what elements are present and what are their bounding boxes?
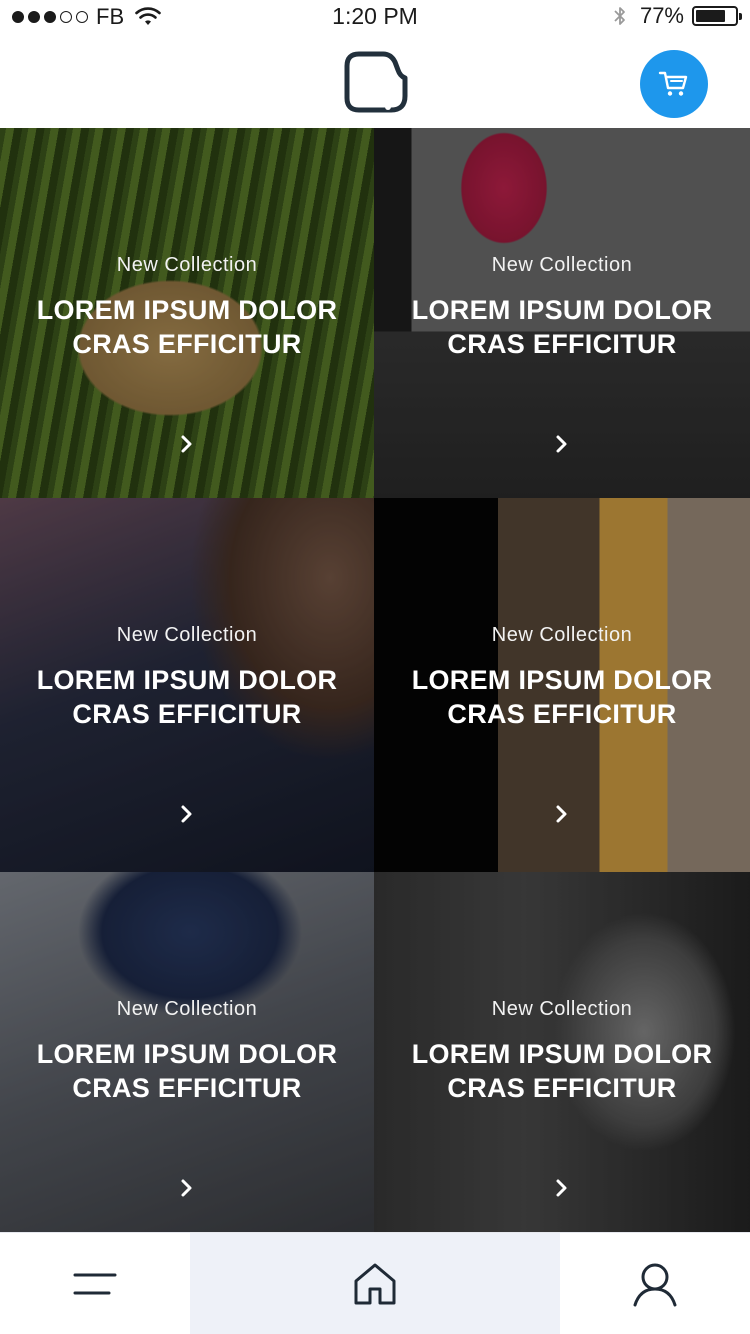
collection-title-line: CRAS EFFICITUR — [447, 699, 677, 729]
tile-content: New Collection LOREM IPSUM DOLOR CRAS EF… — [374, 624, 750, 731]
nav-item-home[interactable] — [190, 1233, 560, 1334]
collection-title-line: CRAS EFFICITUR — [72, 1073, 302, 1103]
collection-title-line: LOREM IPSUM DOLOR — [411, 295, 713, 325]
chevron-right-icon[interactable] — [554, 434, 570, 454]
nav-item-profile[interactable] — [560, 1233, 750, 1334]
collection-title-line: LOREM IPSUM DOLOR — [411, 665, 713, 695]
user-icon — [633, 1263, 677, 1306]
collection-title-line: CRAS EFFICITUR — [72, 699, 302, 729]
collection-tile[interactable]: New Collection LOREM IPSUM DOLOR CRAS EF… — [374, 498, 750, 872]
collection-tile[interactable]: New Collection LOREM IPSUM DOLOR CRAS EF… — [0, 872, 374, 1232]
status-bar: FB 1:20 PM 77% — [0, 0, 750, 34]
collection-title: LOREM IPSUM DOLOR CRAS EFFICITUR — [0, 293, 374, 361]
collection-grid: New Collection LOREM IPSUM DOLOR CRAS EF… — [0, 128, 750, 1232]
battery-level — [696, 10, 726, 22]
collection-eyebrow: New Collection — [491, 254, 633, 276]
collection-eyebrow: New Collection — [116, 624, 258, 646]
collection-tile[interactable]: New Collection LOREM IPSUM DOLOR CRAS EF… — [374, 872, 750, 1232]
menu-icon — [73, 1273, 117, 1294]
tile-content: New Collection LOREM IPSUM DOLOR CRAS EF… — [0, 624, 374, 731]
collection-tile[interactable]: New Collection LOREM IPSUM DOLOR CRAS EF… — [374, 128, 750, 498]
collection-title-line: LOREM IPSUM DOLOR — [36, 295, 338, 325]
tile-content: New Collection LOREM IPSUM DOLOR CRAS EF… — [0, 254, 374, 361]
rounded-square-logo-icon[interactable] — [343, 50, 409, 114]
cart-button[interactable] — [640, 50, 708, 118]
collection-title: LOREM IPSUM DOLOR CRAS EFFICITUR — [374, 663, 750, 731]
collection-title-line: LOREM IPSUM DOLOR — [36, 1039, 338, 1069]
bluetooth-icon — [614, 7, 625, 25]
tile-content: New Collection LOREM IPSUM DOLOR CRAS EF… — [374, 998, 750, 1105]
battery-percent: 77% — [639, 3, 684, 28]
bottom-nav — [0, 1232, 750, 1334]
app-header — [0, 34, 750, 128]
chevron-right-icon[interactable] — [179, 1178, 195, 1198]
shopping-cart-icon — [658, 71, 688, 96]
chevron-right-icon[interactable] — [554, 804, 570, 824]
collection-title: LOREM IPSUM DOLOR CRAS EFFICITUR — [0, 663, 374, 731]
collection-title: LOREM IPSUM DOLOR CRAS EFFICITUR — [374, 1037, 750, 1105]
chevron-right-icon[interactable] — [554, 1178, 570, 1198]
collection-eyebrow: New Collection — [491, 998, 633, 1020]
collection-tile[interactable]: New Collection LOREM IPSUM DOLOR CRAS EF… — [0, 128, 374, 498]
nav-item-menu[interactable] — [0, 1233, 190, 1334]
collection-title-line: CRAS EFFICITUR — [72, 329, 302, 359]
collection-title-line: LOREM IPSUM DOLOR — [36, 665, 338, 695]
collection-title-line: LOREM IPSUM DOLOR — [411, 1039, 713, 1069]
collection-title-line: CRAS EFFICITUR — [447, 329, 677, 359]
tile-content: New Collection LOREM IPSUM DOLOR CRAS EF… — [374, 254, 750, 361]
battery-icon — [692, 6, 742, 26]
collection-title-line: CRAS EFFICITUR — [447, 1073, 677, 1103]
collection-eyebrow: New Collection — [116, 254, 258, 276]
collection-title: LOREM IPSUM DOLOR CRAS EFFICITUR — [374, 293, 750, 361]
home-icon — [354, 1263, 396, 1304]
chevron-right-icon[interactable] — [179, 804, 195, 824]
collection-title: LOREM IPSUM DOLOR CRAS EFFICITUR — [0, 1037, 374, 1105]
status-right: 77% — [612, 3, 742, 29]
chevron-right-icon[interactable] — [179, 434, 195, 454]
collection-tile[interactable]: New Collection LOREM IPSUM DOLOR CRAS EF… — [0, 498, 374, 872]
collection-eyebrow: New Collection — [116, 998, 258, 1020]
collection-eyebrow: New Collection — [491, 624, 633, 646]
tile-content: New Collection LOREM IPSUM DOLOR CRAS EF… — [0, 998, 374, 1105]
